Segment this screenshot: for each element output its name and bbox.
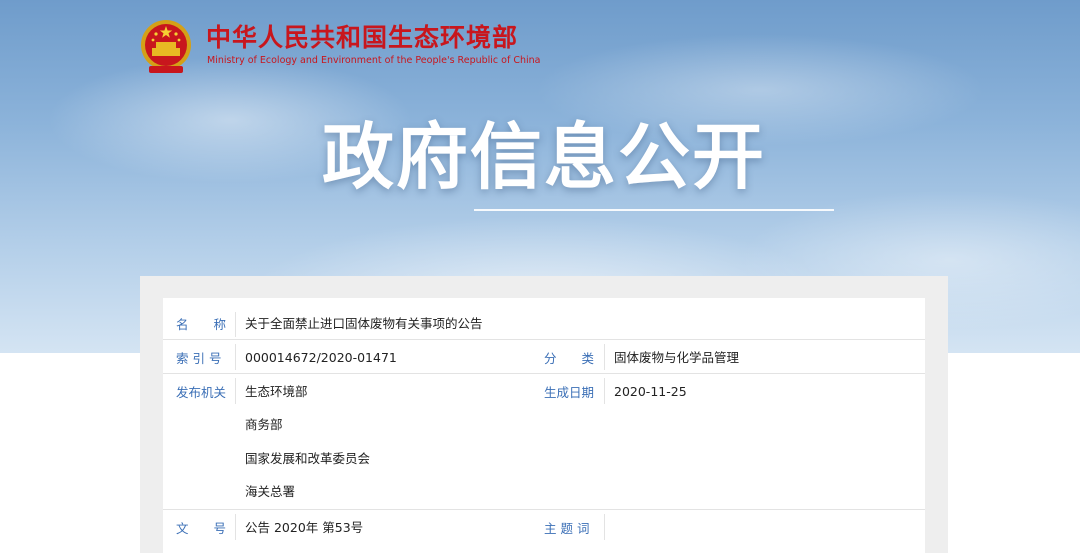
date-value: 2020-11-25 bbox=[614, 384, 687, 399]
column-divider bbox=[604, 378, 605, 404]
name-label: 名 称 bbox=[176, 317, 227, 332]
subject-label: 主 题 词 bbox=[544, 521, 590, 536]
category-label: 分 类 bbox=[544, 351, 595, 366]
row-index-category: 索 引 号 000014672/2020-01471 分 类 固体废物与化学品管… bbox=[163, 340, 925, 374]
org-name-en: Ministry of Ecology and Environment of t… bbox=[207, 55, 541, 66]
issuer-label: 发布机关 bbox=[176, 385, 227, 400]
info-table: 名 称 关于全面禁止进口固体废物有关事项的公告 索 引 号 000014672/… bbox=[163, 298, 925, 553]
title-underline bbox=[474, 209, 834, 211]
index-value: 000014672/2020-01471 bbox=[245, 350, 397, 365]
doc-no-label: 文 号 bbox=[176, 521, 227, 536]
column-divider bbox=[235, 344, 236, 370]
column-divider bbox=[235, 514, 236, 540]
date-label: 生成日期 bbox=[544, 385, 595, 400]
org-name-cn: 中华人民共和国生态环境部 bbox=[206, 23, 519, 52]
column-divider bbox=[235, 378, 236, 404]
issuer-item: 商务部 bbox=[245, 417, 283, 432]
doc-no-value: 公告 2020年 第53号 bbox=[245, 520, 364, 535]
issuer-item: 海关总署 bbox=[245, 484, 296, 499]
issuer-item: 国家发展和改革委员会 bbox=[245, 451, 371, 466]
index-label: 索 引 号 bbox=[176, 351, 222, 366]
category-value: 固体废物与化学品管理 bbox=[614, 350, 740, 365]
name-value: 关于全面禁止进口固体废物有关事项的公告 bbox=[245, 316, 483, 331]
row-issuer-date: 发布机关 生态环境部 商务部 国家发展和改革委员会 海关总署 生成日期 2020… bbox=[163, 374, 925, 510]
column-divider bbox=[604, 514, 605, 540]
page-title: 政府信息公开 bbox=[322, 115, 767, 199]
column-divider bbox=[604, 344, 605, 370]
issuer-item: 生态环境部 bbox=[245, 384, 308, 399]
row-name: 名 称 关于全面禁止进口固体废物有关事项的公告 bbox=[163, 310, 925, 340]
column-divider bbox=[235, 312, 236, 337]
row-docno-subject: 文 号 公告 2020年 第53号 主 题 词 bbox=[163, 510, 925, 544]
national-emblem-icon bbox=[141, 20, 191, 73]
